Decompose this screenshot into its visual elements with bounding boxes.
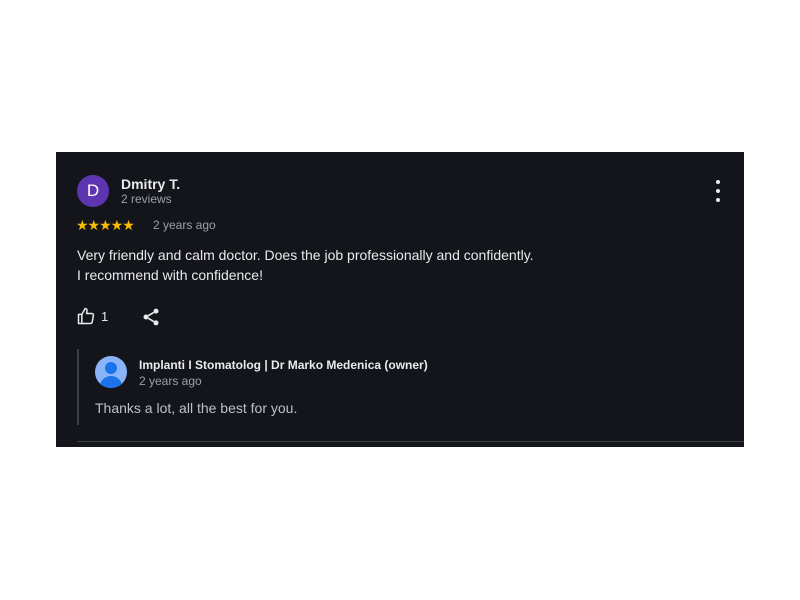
- like-button[interactable]: 1: [76, 305, 108, 327]
- review-date: 2 years ago: [153, 218, 216, 232]
- share-button[interactable]: [141, 307, 161, 327]
- share-icon: [143, 308, 159, 326]
- reviewer-avatar[interactable]: D: [77, 175, 109, 207]
- review-card: D Dmitry T. 2 reviews ★★★★★ 2 years ago …: [56, 152, 744, 447]
- reviewer-review-count: 2 reviews: [121, 192, 172, 206]
- owner-avatar[interactable]: [95, 356, 127, 388]
- review-text-line: Very friendly and calm doctor. Does the …: [77, 247, 534, 263]
- owner-name[interactable]: Implanti I Stomatolog | Dr Marko Medenic…: [139, 358, 428, 372]
- more-options-button[interactable]: [708, 180, 728, 202]
- person-icon: [99, 362, 123, 388]
- review-text-line: I recommend with confidence!: [77, 267, 263, 283]
- more-vert-icon: [716, 180, 720, 184]
- reviewer-name[interactable]: Dmitry T.: [121, 176, 180, 192]
- owner-reply: Implanti I Stomatolog | Dr Marko Medenic…: [77, 349, 719, 425]
- like-count: 1: [101, 308, 109, 324]
- divider: [77, 441, 744, 442]
- more-vert-icon-dot: [716, 198, 720, 202]
- review-text: Very friendly and calm doctor. Does the …: [77, 245, 677, 285]
- reply-date: 2 years ago: [139, 374, 202, 388]
- reply-text: Thanks a lot, all the best for you.: [95, 400, 298, 416]
- thumb-up-icon: [77, 307, 95, 325]
- more-vert-icon-dot: [716, 189, 720, 193]
- star-rating: ★★★★★: [76, 217, 135, 233]
